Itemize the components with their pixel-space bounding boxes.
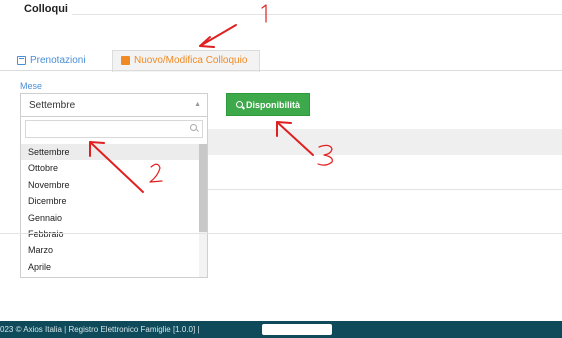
month-label: Mese [20,81,43,91]
month-dropdown: Settembre Ottobre Novembre Dicembre Genn… [20,117,208,278]
content-divider [208,189,562,190]
disponibilita-button-label: Disponibilità [246,99,300,110]
footer-badge [262,324,332,335]
month-option[interactable]: Marzo [21,242,199,258]
search-icon [236,101,243,108]
footer: 023 © Axios Italia | Registro Elettronic… [0,321,562,338]
month-option[interactable]: Ottobre [21,160,199,176]
month-option[interactable]: Dicembre [21,193,199,209]
tab-nuovo-modifica-colloquio[interactable]: Nuovo/Modifica Colloquio [121,55,247,66]
section-title: Colloqui [24,3,68,15]
chevron-up-icon: ▲ [194,101,201,108]
search-icon [190,124,197,131]
month-option[interactable]: Settembre [21,144,199,161]
dropdown-scrollbar[interactable] [199,144,207,277]
calendar-icon [17,56,26,65]
month-option[interactable]: Novembre [21,177,199,193]
footer-text: 023 © Axios Italia | Registro Elettronic… [0,325,200,334]
disponibilita-button[interactable]: Disponibilità [226,93,310,116]
calendar-plus-icon [121,56,130,65]
annotation-arrow-1 [199,24,237,47]
month-option[interactable]: Febbraio [21,226,199,242]
month-select[interactable]: Settembre ▲ [20,93,208,117]
tab-prenotazioni-label: Prenotazioni [30,55,86,66]
month-options-list: Settembre Ottobre Novembre Dicembre Genn… [21,144,199,275]
month-option[interactable]: Aprile [21,259,199,275]
title-divider [72,14,562,15]
dropdown-search-input[interactable] [25,120,203,138]
results-header-bar [208,129,562,155]
annotation-arrow-1-head [199,36,215,48]
tab-nuovo-modifica-label: Nuovo/Modifica Colloquio [134,55,248,66]
month-select-value: Settembre [29,100,76,111]
content-divider [0,233,562,234]
month-option[interactable]: Gennaio [21,210,199,226]
tab-prenotazioni[interactable]: Prenotazioni [17,55,86,66]
tabs-divider [0,70,562,71]
dropdown-scrollbar-thumb[interactable] [199,144,207,232]
